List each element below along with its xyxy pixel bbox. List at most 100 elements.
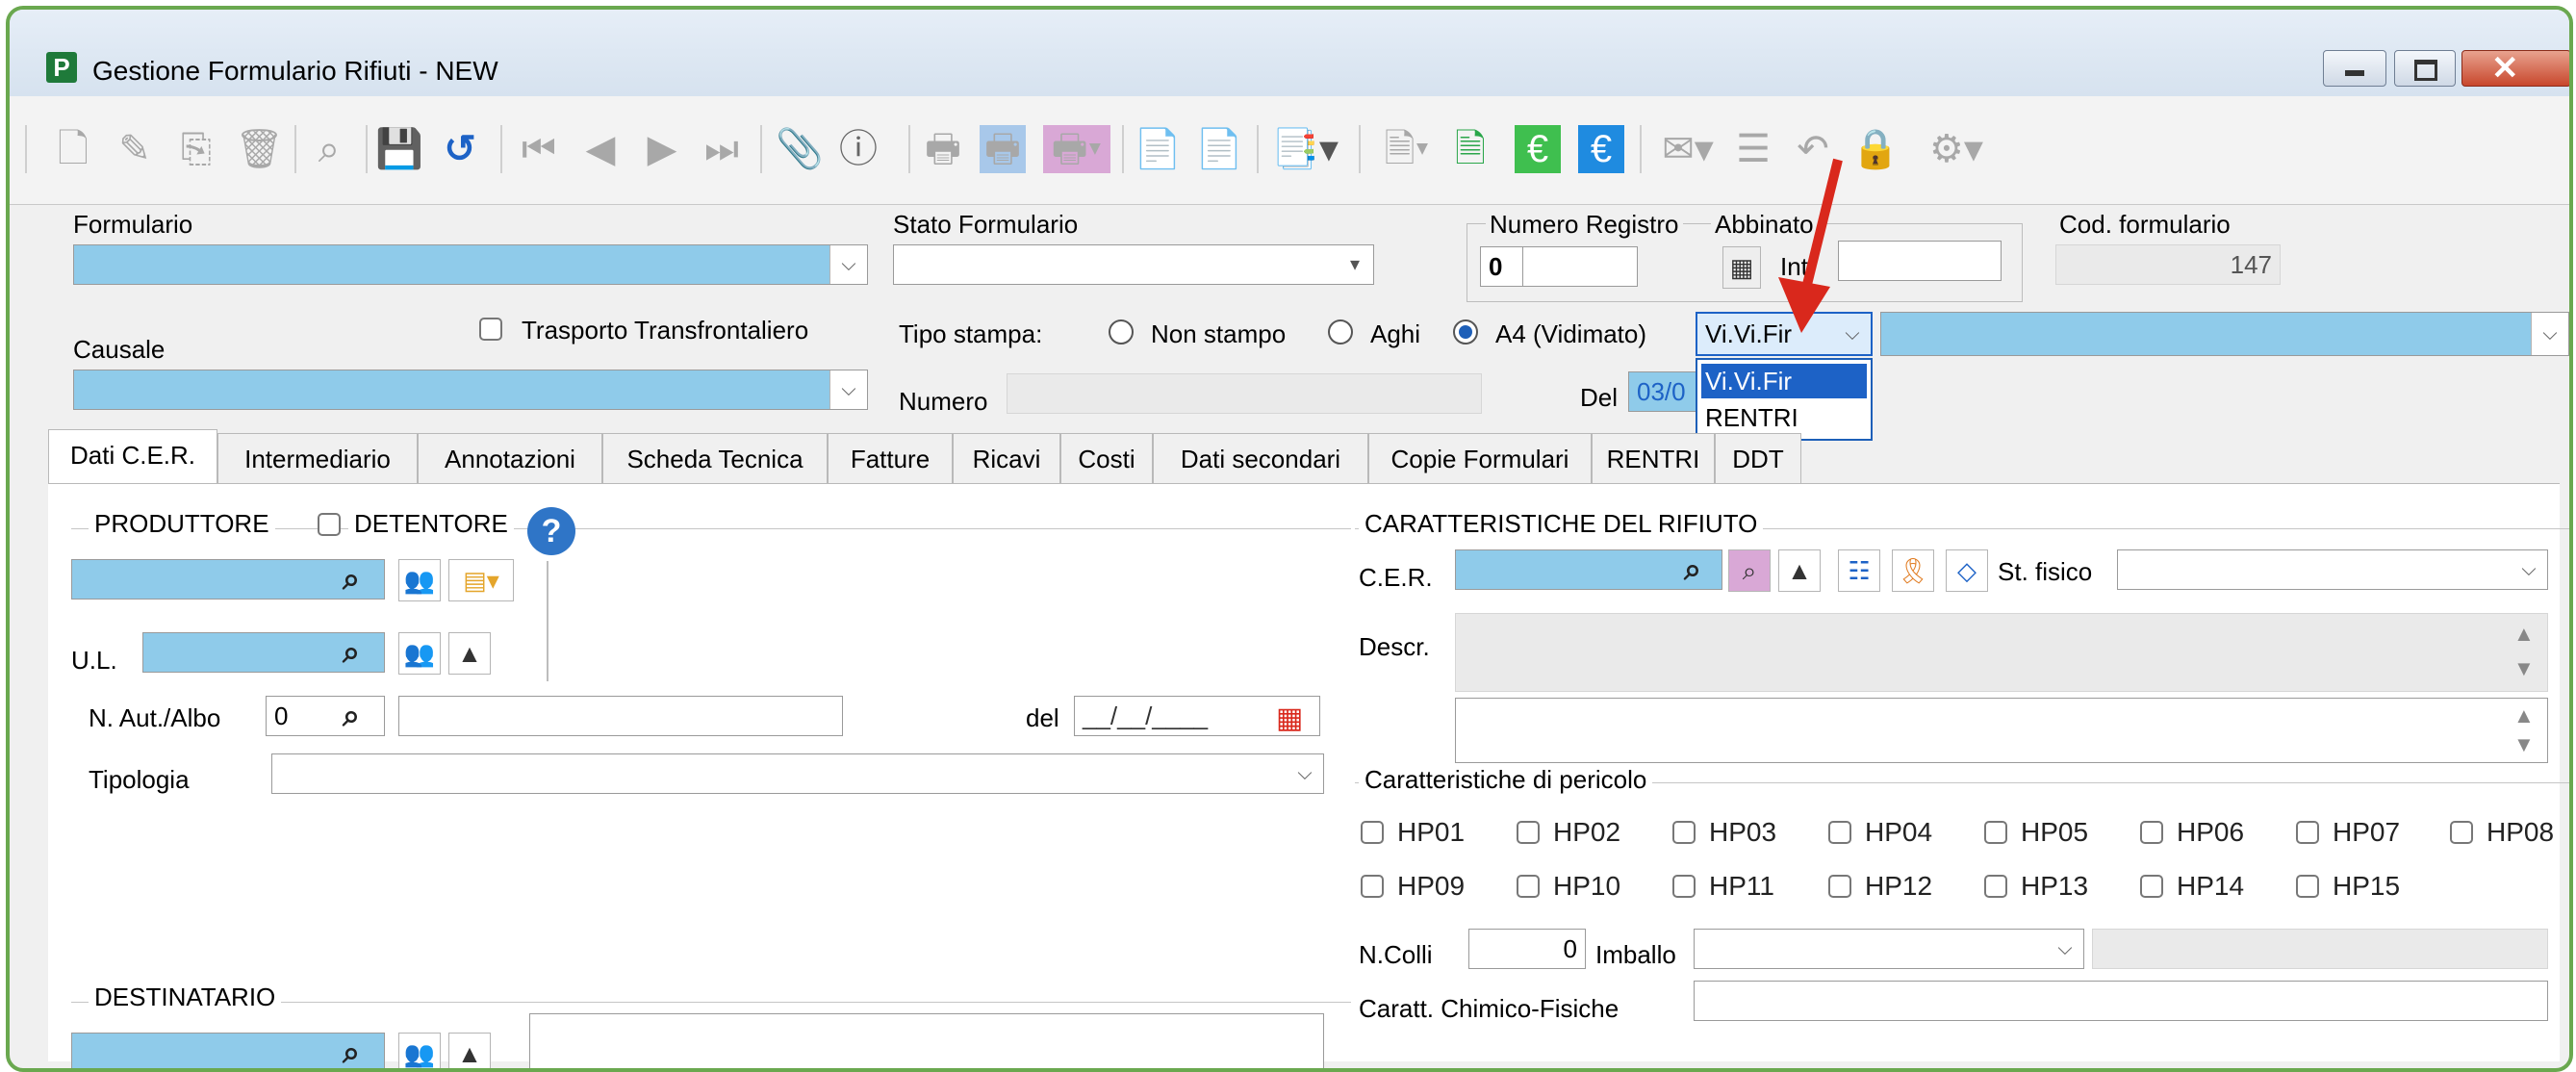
users-icon[interactable]: 👥 bbox=[398, 632, 441, 675]
transport-document-icon[interactable]: 📑▾ bbox=[1266, 125, 1343, 173]
hp12-checkbox[interactable] bbox=[1828, 875, 1851, 898]
aghi-radio[interactable] bbox=[1328, 319, 1353, 345]
first-record-icon[interactable]: ⏮ bbox=[516, 125, 562, 173]
close-button[interactable]: ✕ bbox=[2461, 50, 2569, 87]
hp02-checkbox[interactable] bbox=[1517, 821, 1540, 844]
a4-vidimato-radio[interactable] bbox=[1453, 319, 1478, 345]
tab-scheda-tecnica[interactable]: Scheda Tecnica bbox=[602, 433, 828, 483]
search-icon[interactable]: ⌕ bbox=[343, 1034, 360, 1068]
format-detail-select[interactable]: ⌵ bbox=[1880, 312, 2569, 356]
new-document-icon[interactable]: 🗋 bbox=[50, 125, 96, 173]
descr-extra-textarea[interactable] bbox=[1455, 698, 2548, 763]
info-icon[interactable]: ⓘ bbox=[835, 125, 881, 173]
list-icon[interactable]: ☷ bbox=[1838, 549, 1880, 592]
tab-rentri[interactable]: RENTRI bbox=[1592, 433, 1715, 483]
hp01-checkbox[interactable] bbox=[1361, 821, 1384, 844]
settings-icon[interactable]: ⚙▾ bbox=[1923, 125, 1990, 173]
minimize-button[interactable] bbox=[2323, 50, 2386, 87]
cer-input[interactable] bbox=[1455, 549, 1722, 590]
descr-textarea[interactable] bbox=[1455, 613, 2548, 692]
tab-fatture[interactable]: Fatture bbox=[828, 433, 953, 483]
print-icon[interactable]: 🖶 bbox=[920, 125, 966, 173]
list-icon[interactable]: ☰ bbox=[1730, 125, 1776, 173]
st-fisico-select[interactable]: ⌵ bbox=[2117, 549, 2548, 590]
hp03-checkbox[interactable] bbox=[1672, 821, 1696, 844]
previous-record-icon[interactable]: ◀ bbox=[577, 125, 624, 173]
print-preview-icon[interactable]: 🖶 bbox=[980, 125, 1026, 173]
tab-copie-formulari[interactable]: Copie Formulari bbox=[1368, 433, 1592, 483]
produttore-code-input[interactable] bbox=[71, 559, 385, 600]
chimico-fisiche-input[interactable] bbox=[1694, 981, 2548, 1021]
search-icon[interactable]: ⌕ bbox=[343, 634, 360, 671]
maximize-button[interactable] bbox=[2394, 50, 2456, 87]
users-icon[interactable]: 👥 bbox=[398, 1033, 441, 1068]
waste-bag-icon[interactable]: ▲ bbox=[448, 1033, 491, 1068]
tipologia-select[interactable]: ⌵ bbox=[271, 753, 1324, 794]
tab-annotazioni[interactable]: Annotazioni bbox=[418, 433, 602, 483]
report-icon[interactable]: 🗎▾ bbox=[1370, 125, 1443, 173]
hp06-checkbox[interactable] bbox=[2140, 821, 2163, 844]
vehicle-document-icon[interactable]: 🗎 bbox=[1447, 125, 1493, 173]
award-icon[interactable]: 🎗 bbox=[1892, 549, 1934, 592]
advanced-search-icon[interactable]: ⌕ bbox=[1728, 549, 1771, 592]
chevron-down-icon[interactable]: ⌵ bbox=[829, 370, 867, 409]
causale-select[interactable]: ⌵ bbox=[73, 370, 868, 410]
naut-albo-description-input[interactable] bbox=[398, 696, 843, 736]
numero-registro-extra-input[interactable] bbox=[1522, 246, 1638, 287]
users-icon[interactable]: 👥 bbox=[398, 559, 441, 601]
chevron-down-icon[interactable]: ⌵ bbox=[2047, 930, 2083, 968]
numero-input[interactable] bbox=[1007, 373, 1482, 414]
chevron-down-icon[interactable]: ▾ bbox=[1337, 245, 1373, 284]
document-link-icon[interactable]: 📄 bbox=[1134, 125, 1182, 173]
int-input[interactable] bbox=[1838, 241, 2002, 281]
email-icon[interactable]: ✉▾ bbox=[1651, 125, 1724, 173]
tab-dati-secondari[interactable]: Dati secondari bbox=[1153, 433, 1368, 483]
hp11-checkbox[interactable] bbox=[1672, 875, 1696, 898]
imballo-select[interactable]: ⌵ bbox=[1694, 929, 2084, 969]
print-options-icon[interactable]: 🖶▾ bbox=[1043, 125, 1110, 173]
non-stampo-radio[interactable] bbox=[1109, 319, 1134, 345]
scroll-arrows-icon[interactable]: ▲ ▼ bbox=[2513, 702, 2535, 759]
chevron-down-icon[interactable]: ⌵ bbox=[829, 245, 867, 284]
tab-ricavi[interactable]: Ricavi bbox=[953, 433, 1060, 483]
tab-costi[interactable]: Costi bbox=[1060, 433, 1153, 483]
hp15-checkbox[interactable] bbox=[2296, 875, 2319, 898]
euro-invoice-icon[interactable]: € bbox=[1515, 125, 1561, 173]
destinatario-code-input[interactable] bbox=[71, 1033, 385, 1068]
hp14-checkbox[interactable] bbox=[2140, 875, 2163, 898]
save-icon[interactable]: 💾 bbox=[375, 125, 423, 173]
hp04-checkbox[interactable] bbox=[1828, 821, 1851, 844]
detentore-checkbox[interactable] bbox=[318, 513, 341, 536]
tab-ddt[interactable]: DDT bbox=[1715, 433, 1801, 483]
address-dropdown-icon[interactable]: ▤▾ bbox=[448, 559, 514, 601]
lock-icon[interactable]: 🔒 bbox=[1851, 125, 1900, 173]
calendar-icon[interactable]: ▦ bbox=[1276, 702, 1303, 735]
delete-trash-icon[interactable]: 🗑 bbox=[235, 125, 284, 173]
search-icon[interactable]: ⌕ bbox=[306, 125, 352, 173]
hp09-checkbox[interactable] bbox=[1361, 875, 1384, 898]
last-record-icon[interactable]: ⏭ bbox=[699, 125, 745, 173]
waste-bag-icon[interactable]: ▲ bbox=[448, 632, 491, 675]
stato-formulario-select[interactable]: ▾ bbox=[893, 244, 1374, 285]
search-icon[interactable]: ⌕ bbox=[1684, 551, 1701, 588]
ncolli-input[interactable]: 0 bbox=[1468, 929, 1586, 969]
chevron-down-icon[interactable]: ⌵ bbox=[2511, 550, 2547, 589]
euro-cost-icon[interactable]: € bbox=[1578, 125, 1624, 173]
tab-dati-cer[interactable]: Dati C.E.R. bbox=[48, 429, 217, 483]
numero-registro-input[interactable]: 0 bbox=[1480, 246, 1528, 287]
scroll-arrows-icon[interactable]: ▲ ▼ bbox=[2513, 617, 2535, 686]
next-record-icon[interactable]: ▶ bbox=[639, 125, 685, 173]
waste-bag-icon[interactable]: ▲ bbox=[1778, 549, 1821, 592]
hp05-checkbox[interactable] bbox=[1984, 821, 2007, 844]
destinatario-address-box[interactable] bbox=[529, 1013, 1324, 1068]
hp08-checkbox[interactable] bbox=[2450, 821, 2473, 844]
tab-intermediario[interactable]: Intermediario bbox=[217, 433, 418, 483]
naut-albo-input[interactable]: 0 bbox=[266, 696, 385, 736]
calculator-icon[interactable]: ▦ bbox=[1722, 246, 1761, 289]
hp07-checkbox[interactable] bbox=[2296, 821, 2319, 844]
formulario-select[interactable]: ⌵ bbox=[73, 244, 868, 285]
copy-icon[interactable]: ⎘ bbox=[173, 125, 219, 173]
chevron-down-icon[interactable]: ⌵ bbox=[1287, 754, 1323, 793]
tag-icon[interactable]: ◇ bbox=[1946, 549, 1988, 592]
search-icon[interactable]: ⌕ bbox=[343, 698, 360, 734]
